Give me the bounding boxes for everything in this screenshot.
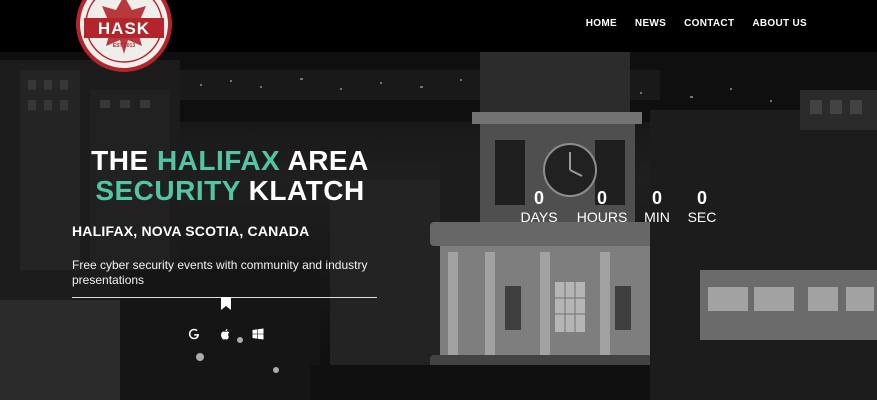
countdown-minutes-value: 0 — [651, 188, 662, 208]
title-word-klatch: KLATCH — [240, 175, 365, 206]
countdown-days-label: DAYS — [520, 209, 558, 225]
event-countdown: 0 DAYS 0 HOURS 0 MIN 0 SEC — [514, 188, 720, 226]
title-line-1: THE HALIFAX AREA — [70, 146, 390, 176]
windows-icon[interactable] — [252, 327, 264, 340]
title-line-2: SECURITY KLATCH — [70, 176, 390, 206]
top-navigation-bar: HASK EST 2013 HOME NEWS CONTACT ABOUT US — [0, 0, 877, 72]
countdown-minutes-label: MIN — [644, 209, 670, 225]
countdown-hours-value: 0 — [596, 188, 607, 208]
platform-icons — [188, 327, 264, 340]
countdown-hours-label: HOURS — [576, 209, 628, 225]
title-word-the: THE — [91, 145, 157, 176]
logo-wordmark: HASK — [97, 19, 151, 38]
countdown-seconds-label: SEC — [687, 209, 717, 225]
title-word-security: SECURITY — [95, 175, 241, 206]
location-text: HALIFAX, NOVA SCOTIA, CANADA — [72, 223, 310, 239]
google-icon[interactable] — [188, 327, 200, 340]
logo-established: EST 2013 — [112, 43, 136, 49]
countdown-hours: 0 HOURS — [574, 188, 630, 226]
countdown-days-value: 0 — [533, 188, 544, 208]
countdown-days: 0 DAYS — [514, 188, 564, 226]
main-nav: HOME NEWS CONTACT ABOUT US — [586, 18, 807, 29]
countdown-seconds-value: 0 — [696, 188, 707, 208]
title-word-halifax: HALIFAX — [156, 145, 281, 176]
title-word-area: AREA — [280, 145, 369, 176]
countdown-minutes: 0 MIN — [640, 188, 674, 226]
nav-contact[interactable]: CONTACT — [684, 18, 734, 29]
nav-home[interactable]: HOME — [586, 18, 617, 29]
page-title: THE HALIFAX AREA SECURITY KLATCH — [70, 146, 390, 206]
bookmark-icon[interactable] — [220, 297, 232, 311]
tagline: Free cyber security events with communit… — [72, 258, 368, 287]
nav-about-us[interactable]: ABOUT US — [752, 18, 807, 29]
countdown-seconds: 0 SEC — [684, 188, 720, 226]
nav-news[interactable]: NEWS — [635, 18, 666, 29]
hask-logo[interactable]: HASK EST 2013 — [74, 0, 174, 74]
apple-icon[interactable] — [220, 327, 232, 340]
